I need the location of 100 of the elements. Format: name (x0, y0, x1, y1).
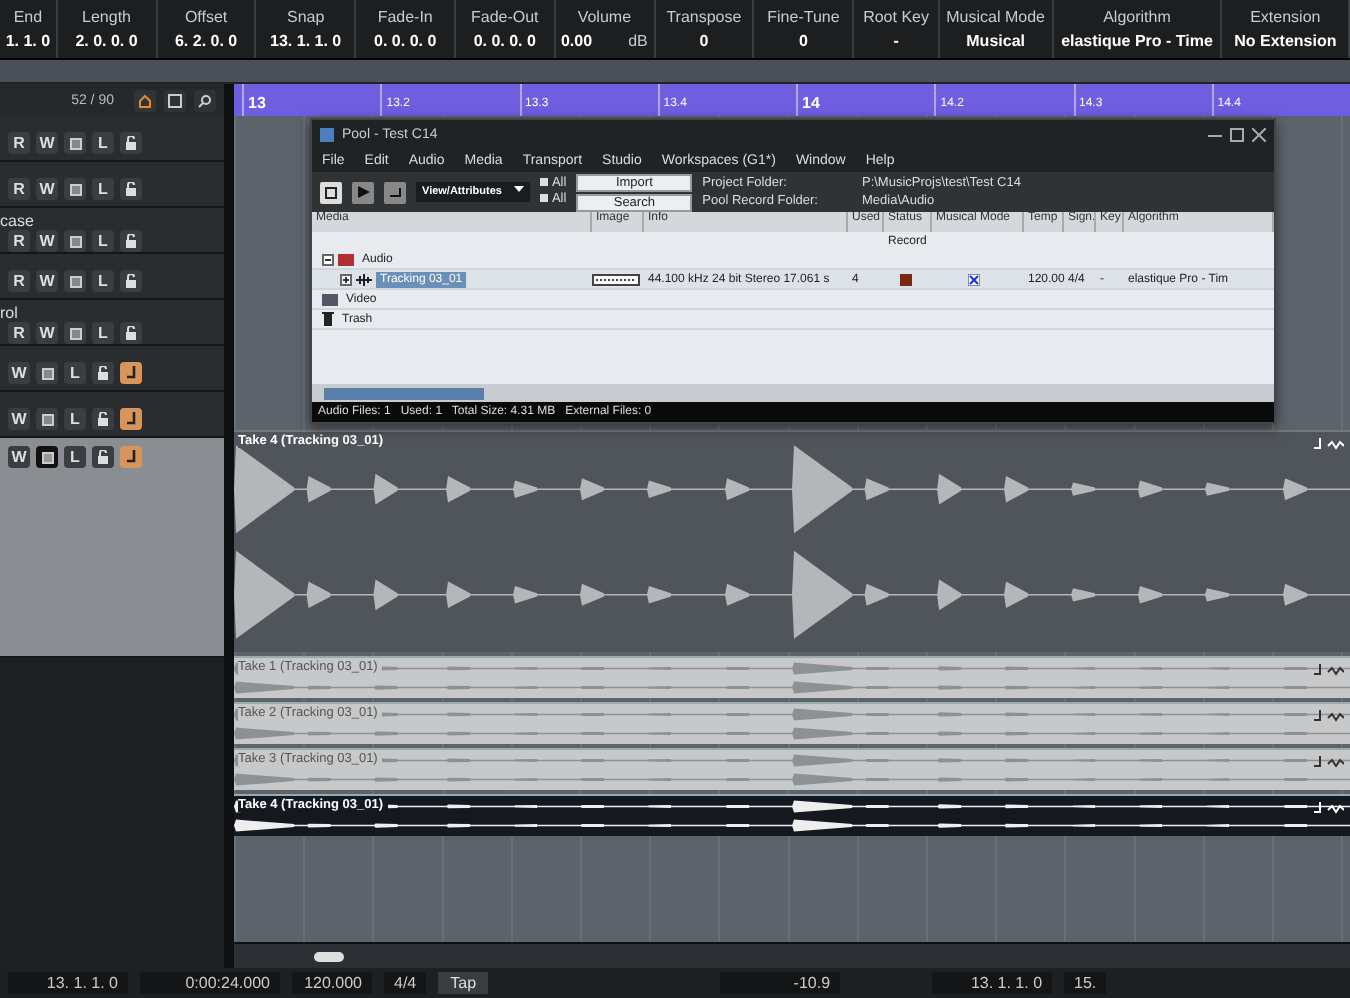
track-toggle[interactable]: W (36, 322, 58, 344)
scrollbar-thumb[interactable] (314, 951, 344, 961)
track-toggle[interactable]: W (36, 132, 58, 154)
lock-toggle[interactable] (120, 230, 142, 252)
field-value[interactable]: 0. 0. 0. 0 (473, 32, 536, 50)
track-header[interactable]: W L (0, 392, 224, 438)
lock-toggle[interactable] (92, 446, 114, 468)
loop-button[interactable] (384, 181, 406, 203)
signature-display[interactable]: 4/4 (384, 972, 427, 994)
scrollbar-thumb[interactable] (324, 387, 484, 399)
trash-icon (322, 312, 334, 326)
field-value[interactable]: 13. 1. 1. 0 (270, 32, 342, 50)
window-button[interactable] (164, 89, 186, 111)
note-toggle[interactable] (120, 446, 142, 468)
lock-toggle[interactable] (120, 322, 142, 344)
time-display[interactable]: 0:00:24.000 (140, 972, 280, 994)
monitor-toggle[interactable] (36, 362, 58, 384)
field-label: Extension (1250, 8, 1321, 26)
locator-display[interactable]: 15. (1064, 972, 1107, 994)
square-icon (69, 327, 81, 339)
tap-button[interactable]: Tap (438, 972, 489, 994)
monitor-toggle[interactable] (64, 132, 86, 154)
field-label: End (13, 8, 43, 26)
track-header[interactable]: rol R W L (0, 300, 224, 346)
lock-toggle[interactable] (120, 178, 142, 200)
field-value[interactable]: 0 (799, 32, 808, 50)
monitor-toggle[interactable] (64, 270, 86, 292)
field-value[interactable]: 0.00 (560, 32, 593, 50)
monitor-toggle[interactable] (36, 446, 58, 468)
settings-button[interactable] (320, 181, 342, 203)
monitor-toggle[interactable] (64, 178, 86, 200)
track-header[interactable]: W L (0, 438, 224, 658)
play-icon (357, 186, 369, 198)
track-toggle[interactable]: W (8, 362, 30, 384)
track-toggle[interactable]: R (8, 178, 30, 200)
track-toggle[interactable]: W (36, 270, 58, 292)
field-value[interactable]: No Extension (1234, 32, 1337, 50)
track-toggle[interactable]: L (92, 230, 114, 252)
monitor-toggle[interactable] (64, 230, 86, 252)
field-value[interactable]: elastique Pro - Time (1061, 32, 1213, 50)
track-toggle[interactable]: L (92, 322, 114, 344)
track-toggle[interactable]: L (64, 408, 86, 430)
track-toggle[interactable]: L (92, 178, 114, 200)
note-toggle[interactable] (120, 408, 142, 430)
field-value[interactable]: 1. 1. 0 (5, 32, 51, 50)
waveform-thumbnail (592, 273, 640, 285)
lock-icon (124, 274, 138, 288)
field-value[interactable]: 2. 0. 0. 0 (75, 32, 138, 50)
field-value[interactable]: Musical (966, 32, 1025, 50)
note-icon (1312, 756, 1344, 770)
track-toggle[interactable]: W (8, 408, 30, 430)
close-icon[interactable] (1252, 127, 1266, 141)
track-toggle[interactable]: W (8, 446, 30, 468)
track-toggle[interactable]: R (8, 270, 30, 292)
unit-label: dB (628, 32, 648, 50)
track-toggle[interactable]: L (92, 270, 114, 292)
lock-icon (96, 412, 110, 426)
track-toggle[interactable]: L (92, 132, 114, 154)
track-toggle[interactable]: R (8, 230, 30, 252)
track-toggle[interactable]: L (64, 446, 86, 468)
monitor-toggle[interactable] (36, 408, 58, 430)
lock-toggle[interactable] (92, 408, 114, 430)
app-logo-icon (320, 127, 334, 141)
note-toggle[interactable] (120, 362, 142, 384)
musical-mode-checkbox[interactable] (968, 273, 980, 285)
field-value[interactable]: 6. 2. 0. 0 (174, 32, 238, 50)
track-toggle[interactable]: W (36, 230, 58, 252)
maximize-icon[interactable] (1230, 127, 1244, 141)
field-value[interactable]: - (893, 32, 899, 50)
expand-toggle[interactable] (322, 253, 334, 265)
tempo-display[interactable]: 120.000 (292, 972, 372, 994)
track-toggle[interactable]: W (36, 178, 58, 200)
lock-toggle[interactable] (92, 362, 114, 384)
horizontal-scrollbar[interactable] (312, 384, 1274, 402)
home-button[interactable] (134, 89, 156, 111)
square-icon (41, 413, 53, 425)
track-header[interactable]: R W L (0, 116, 224, 162)
track-toggle[interactable]: L (64, 362, 86, 384)
lock-toggle[interactable] (120, 132, 142, 154)
field-value[interactable]: 0. 0. 0. 0 (374, 32, 437, 50)
track-toggle[interactable]: R (8, 322, 30, 344)
track-header[interactable]: case R W L (0, 208, 224, 254)
lock-toggle[interactable] (120, 270, 142, 292)
locator-display[interactable]: 13. 1. 1. 0 (932, 972, 1053, 994)
horizontal-scrollbar[interactable] (234, 942, 1350, 968)
track-header[interactable]: W L (0, 346, 224, 392)
track-toggle[interactable]: R (8, 132, 30, 154)
folder-icon (322, 293, 338, 305)
position-display[interactable]: 13. 1. 1. 0 (8, 972, 128, 994)
field-label: Root Key (863, 8, 929, 26)
lock-icon (96, 366, 110, 380)
expand-toggle[interactable] (340, 273, 352, 285)
track-header[interactable]: R W L (0, 162, 224, 208)
search-button[interactable] (194, 89, 216, 111)
field-value[interactable]: 0 (699, 32, 709, 50)
monitor-toggle[interactable] (64, 322, 86, 344)
field-label: Offset (184, 8, 228, 26)
play-button[interactable] (352, 181, 374, 203)
home-icon (138, 93, 152, 107)
track-header[interactable]: R W L (0, 254, 224, 300)
